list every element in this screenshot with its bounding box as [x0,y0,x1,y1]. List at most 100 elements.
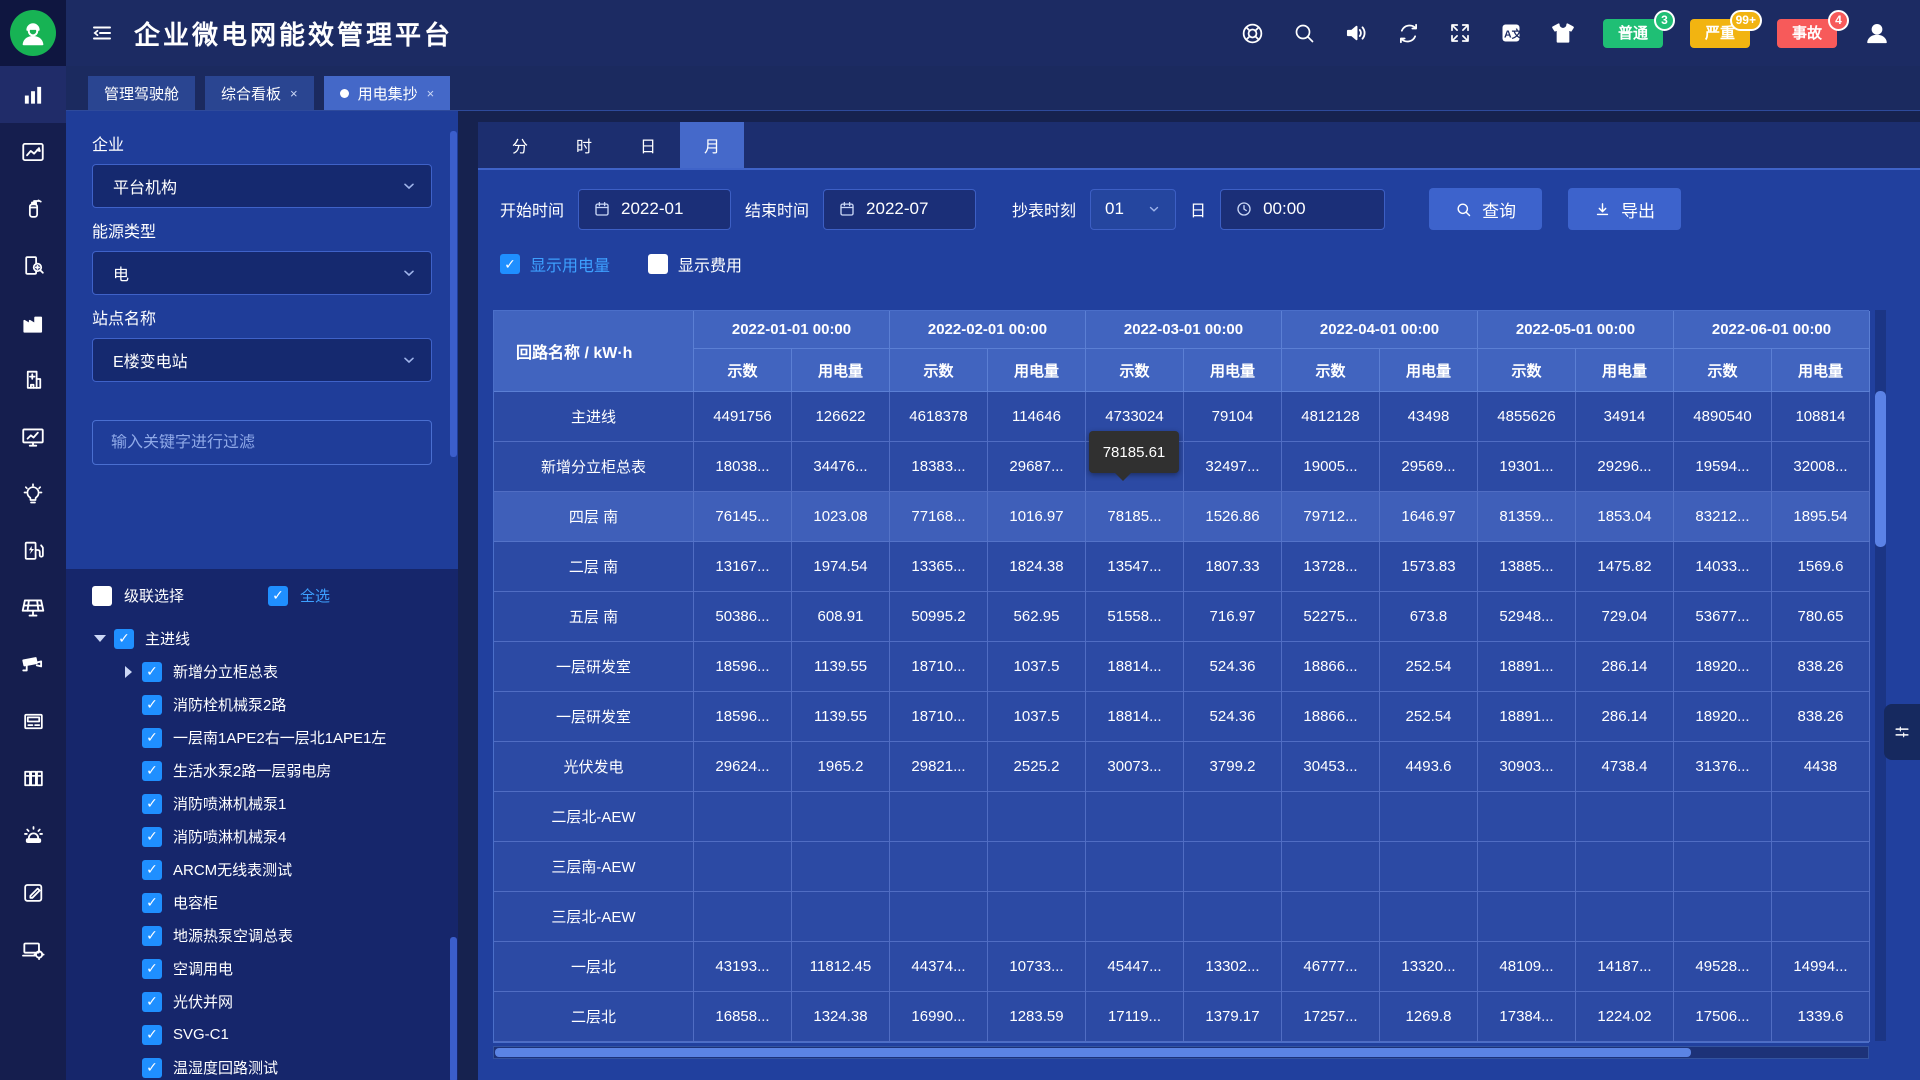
table-horizontal-scrollbar[interactable] [493,1046,1869,1059]
alarm-badge-普通[interactable]: 普通3 [1603,19,1663,48]
translate-icon[interactable]: A文 [1499,21,1523,45]
tree-checkbox[interactable] [142,794,162,814]
sidebar-item-monitor-line[interactable] [0,408,66,465]
energy-type-select[interactable]: 电 [92,251,432,295]
start-date-input[interactable]: 2022-01 [578,189,731,230]
tree-item-电容柜[interactable]: 电容柜 [66,886,458,919]
station-select[interactable]: E楼变电站 [92,338,432,382]
chart-trend-icon [20,139,46,165]
header-actions: A文 普通3 严重99+ 事故4 [1240,19,1920,48]
tree-checkbox[interactable] [114,629,134,649]
tree-scrollbar-thumb[interactable] [450,937,457,1080]
sidebar-item-cctv-camera[interactable] [0,636,66,693]
end-date-input[interactable]: 2022-07 [823,189,976,230]
sidebar-item-laptop-settings[interactable] [0,921,66,978]
help-lifebuoy-icon[interactable] [1240,21,1265,46]
tree-item-光伏并网[interactable]: 光伏并网 [66,985,458,1018]
table-cell [792,892,890,942]
column-settings-handle[interactable] [1884,704,1920,760]
sidebar-item-factory[interactable] [0,294,66,351]
show-cost-checkbox[interactable]: 显示费用 [648,252,742,276]
tree-item-消防栓机械泵2路[interactable]: 消防栓机械泵2路 [66,688,458,721]
tree-item-一层南1APE2右一层北1APE1左[interactable]: 一层南1APE2右一层北1APE1左 [66,721,458,754]
tree-checkbox[interactable] [142,827,162,847]
user-icon[interactable] [1864,20,1890,46]
sidebar-item-solar-panel[interactable] [0,579,66,636]
tree-checkbox[interactable] [142,728,162,748]
tree-item-ARCM无线表测试[interactable]: ARCM无线表测试 [66,853,458,886]
table-month-header: 2022-04-01 00:00 [1282,311,1478,349]
search-icon[interactable] [1292,21,1316,45]
export-button[interactable]: 导出 [1568,188,1681,230]
tree-item-消防喷淋机械泵4[interactable]: 消防喷淋机械泵4 [66,820,458,853]
tree-checkbox[interactable] [142,662,162,682]
table-vertical-scrollbar[interactable] [1875,310,1886,1041]
sidebar-item-hospital[interactable] [0,351,66,408]
close-tab-icon[interactable]: × [427,86,435,101]
sidebar-item-chart-bar[interactable] [0,66,66,123]
cascade-checkbox[interactable] [92,586,112,606]
sidebar-item-meter-panel[interactable] [0,693,66,750]
panel-scrollbar-thumb[interactable] [450,131,457,457]
tree-item-SVG-C1[interactable]: SVG-C1 [66,1018,458,1051]
window-tab-用电集抄[interactable]: 用电集抄× [324,76,451,110]
tree-search-input[interactable] [111,434,413,452]
company-select[interactable]: 平台机构 [92,164,432,208]
sidebar-item-fire-extinguisher[interactable] [0,180,66,237]
theme-shirt-icon[interactable] [1550,20,1576,46]
meter-time-input[interactable]: 00:00 [1220,189,1385,230]
granularity-tab-日[interactable]: 日 [616,122,680,168]
table-vertical-scrollbar-thumb[interactable] [1875,391,1886,547]
tree-item-生活水泵2路一层弱电房[interactable]: 生活水泵2路一层弱电房 [66,754,458,787]
tree-checkbox[interactable] [142,860,162,880]
sidebar-item-alarm-beacon[interactable] [0,807,66,864]
granularity-tab-月[interactable]: 月 [680,122,744,168]
tree-caret-down-icon[interactable] [90,635,110,642]
tree-caret-right-icon[interactable] [118,666,138,678]
window-tab-label: 管理驾驶舱 [104,83,179,104]
query-button[interactable]: 查询 [1429,188,1542,230]
table-cell [1576,892,1674,942]
sidebar-item-lightbulb[interactable] [0,465,66,522]
tree-search-box[interactable] [92,420,432,465]
show-cost-checkbox-box[interactable] [648,254,668,274]
tree-item-主进线[interactable]: 主进线 [66,622,458,655]
select-all[interactable]: 全选 [268,585,330,606]
tree-checkbox[interactable] [142,1058,162,1078]
tree-checkbox[interactable] [142,1025,162,1045]
granularity-tab-分[interactable]: 分 [488,122,552,168]
tree-item-温湿度回路测试[interactable]: 温湿度回路测试 [66,1051,458,1080]
alarm-badge-严重[interactable]: 严重99+ [1690,19,1750,48]
table-horizontal-scrollbar-thumb[interactable] [495,1048,1691,1057]
close-tab-icon[interactable]: × [290,86,298,101]
sidebar-item-chart-trend[interactable] [0,123,66,180]
show-energy-checkbox-box[interactable] [500,254,520,274]
select-all-checkbox[interactable] [268,586,288,606]
meter-day-select[interactable]: 01 [1090,189,1176,230]
table-cell: 17384... [1478,992,1576,1042]
table-cell: 1974.54 [792,542,890,592]
window-tab-综合看板[interactable]: 综合看板× [205,76,314,110]
volume-icon[interactable] [1343,20,1369,46]
tree-checkbox[interactable] [142,761,162,781]
sidebar-item-compose-edit[interactable] [0,864,66,921]
sidebar-item-patrol-map[interactable] [0,237,66,294]
tree-item-地源热泵空调总表[interactable]: 地源热泵空调总表 [66,919,458,952]
tree-checkbox[interactable] [142,695,162,715]
tree-checkbox[interactable] [142,959,162,979]
sidebar-item-ev-charger[interactable] [0,522,66,579]
tree-checkbox[interactable] [142,992,162,1012]
tree-checkbox[interactable] [142,893,162,913]
fullscreen-icon[interactable] [1448,21,1472,45]
window-tab-管理驾驶舱[interactable]: 管理驾驶舱 [88,76,195,110]
tree-checkbox[interactable] [142,926,162,946]
tree-item-空调用电[interactable]: 空调用电 [66,952,458,985]
refresh-icon[interactable] [1396,21,1421,46]
show-energy-checkbox[interactable]: 显示用电量 [500,252,610,276]
sidebar-item-archive-cabinet[interactable] [0,750,66,807]
tree-item-新增分立柜总表[interactable]: 新增分立柜总表 [66,655,458,688]
tree-item-消防喷淋机械泵1[interactable]: 消防喷淋机械泵1 [66,787,458,820]
collapse-menu-icon[interactable] [90,21,114,45]
granularity-tab-时[interactable]: 时 [552,122,616,168]
alarm-badge-事故[interactable]: 事故4 [1777,19,1837,48]
